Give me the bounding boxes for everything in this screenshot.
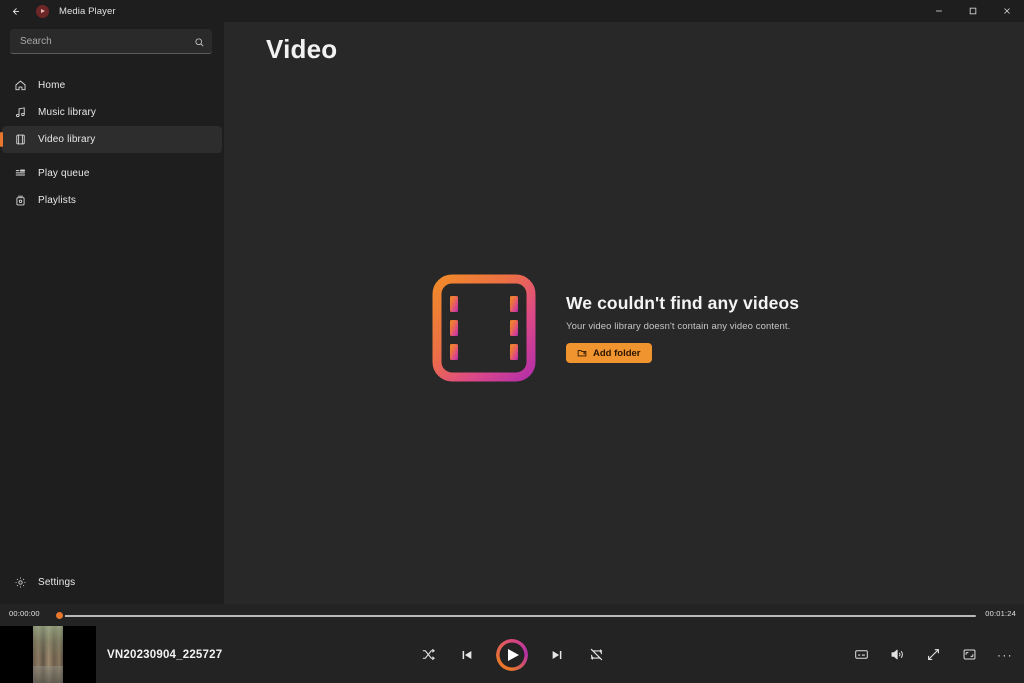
page-title: Video: [266, 34, 338, 64]
sidebar-item-settings[interactable]: Settings: [2, 569, 222, 596]
sidebar-item-play-queue[interactable]: Play queue: [2, 160, 222, 187]
play-queue-icon: [14, 167, 32, 180]
sidebar-item-label: Home: [38, 80, 66, 91]
next-button[interactable]: [547, 645, 567, 665]
title-bar: Media Player: [0, 0, 1024, 22]
sidebar-item-video-library[interactable]: Video library: [0, 126, 222, 153]
sidebar: Home Music library: [0, 0, 224, 604]
volume-button[interactable]: [888, 646, 906, 664]
video-library-icon: [14, 133, 32, 146]
sidebar-item-label: Playlists: [38, 195, 77, 206]
sidebar-item-home[interactable]: Home: [2, 72, 222, 99]
media-player-window: Media Player Search Home Music library V…: [0, 0, 1024, 683]
previous-button[interactable]: [457, 645, 477, 665]
maximize-button[interactable]: [956, 0, 990, 22]
close-button[interactable]: [990, 0, 1024, 22]
gear-icon: [14, 576, 32, 589]
add-folder-icon: [577, 348, 587, 358]
music-note-icon: [14, 106, 32, 119]
player-controls: VN20230904_225727 ···: [0, 626, 1024, 683]
film-strip-icon: [432, 274, 536, 382]
player-bar: 00:00:00 00:01:24 VN20230904_225727 ···: [0, 604, 1024, 683]
sidebar-item-label: Video library: [38, 134, 96, 145]
add-folder-button[interactable]: Add folder: [566, 343, 652, 363]
main-content: Video We couldn't find any videos Your v…: [224, 22, 1024, 604]
current-time: 00:00:00: [9, 609, 40, 618]
more-options-button[interactable]: ···: [996, 646, 1014, 664]
settings-label: Settings: [38, 577, 76, 588]
empty-state-description: Your video library doesn't contain any v…: [566, 321, 791, 332]
home-icon: [14, 79, 32, 92]
miniplayer-button[interactable]: [960, 646, 978, 664]
seek-bar-track[interactable]: [62, 614, 976, 617]
media-player-logo-icon: [36, 4, 49, 18]
empty-state-heading: We couldn't find any videos: [566, 293, 800, 313]
secondary-controls: ···: [852, 626, 1014, 683]
back-button[interactable]: [0, 0, 30, 22]
search-container: [10, 29, 214, 54]
add-folder-label: Add folder: [593, 347, 641, 359]
empty-state: We couldn't find any videos Your video l…: [432, 274, 799, 382]
sidebar-divider: [0, 153, 224, 160]
playlists-icon: [14, 194, 32, 207]
shuffle-button[interactable]: [418, 645, 438, 665]
sidebar-item-playlists[interactable]: Playlists: [2, 187, 222, 214]
navigation-list: Home Music library Video library Play qu…: [0, 72, 224, 214]
play-button[interactable]: [496, 638, 528, 671]
play-icon: [508, 648, 519, 661]
search-input[interactable]: [10, 29, 212, 54]
captions-button[interactable]: [852, 646, 870, 664]
seek-bar-thumb[interactable]: [54, 610, 65, 621]
seek-bar-row: 00:00:00 00:01:24: [0, 604, 1024, 626]
settings-container: Settings: [0, 569, 224, 596]
fullscreen-button[interactable]: [924, 646, 942, 664]
empty-state-text: We couldn't find any videos Your video l…: [566, 293, 799, 363]
minimize-button[interactable]: [922, 0, 956, 22]
more-horizontal-icon: ···: [997, 647, 1013, 662]
sidebar-item-label: Music library: [38, 107, 97, 118]
sidebar-item-music-library[interactable]: Music library: [2, 99, 222, 126]
sidebar-item-label: Play queue: [38, 168, 90, 179]
app-title: Media Player: [59, 5, 116, 17]
duration-time: 00:01:24: [985, 609, 1016, 618]
repeat-button[interactable]: [586, 645, 606, 665]
